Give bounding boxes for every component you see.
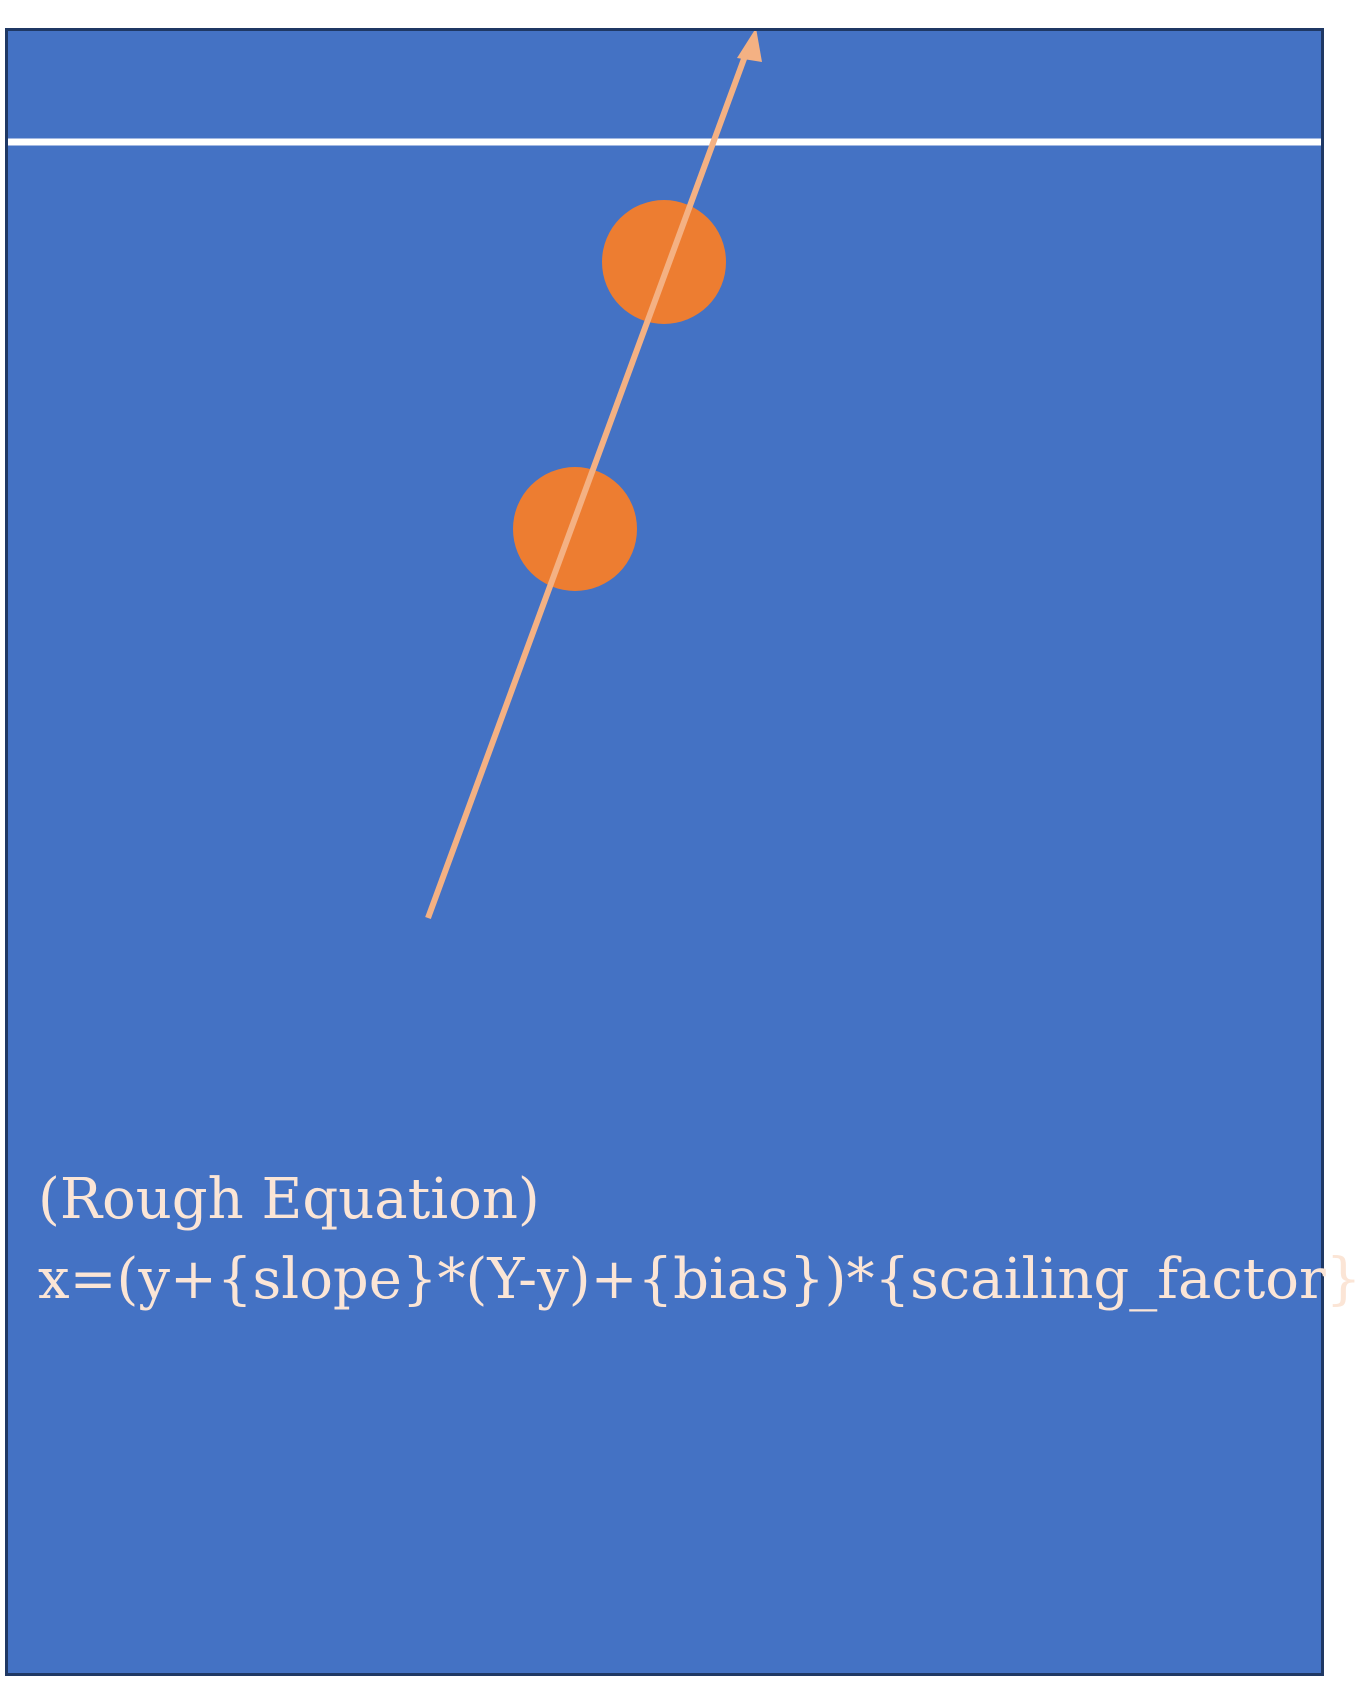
equation-formula: x=(y+{slope}*(Y-y)+{bias})*{scailing_fac… — [38, 1247, 1360, 1312]
panel-border — [5, 28, 1324, 1676]
equation-heading: (Rough Equation) — [38, 1167, 540, 1232]
equation-block: (Rough Equation) x=(y+{slope}*(Y-y)+{bia… — [38, 1160, 1360, 1320]
diagram-stage: (Rough Equation) x=(y+{slope}*(Y-y)+{bia… — [0, 0, 1360, 1681]
